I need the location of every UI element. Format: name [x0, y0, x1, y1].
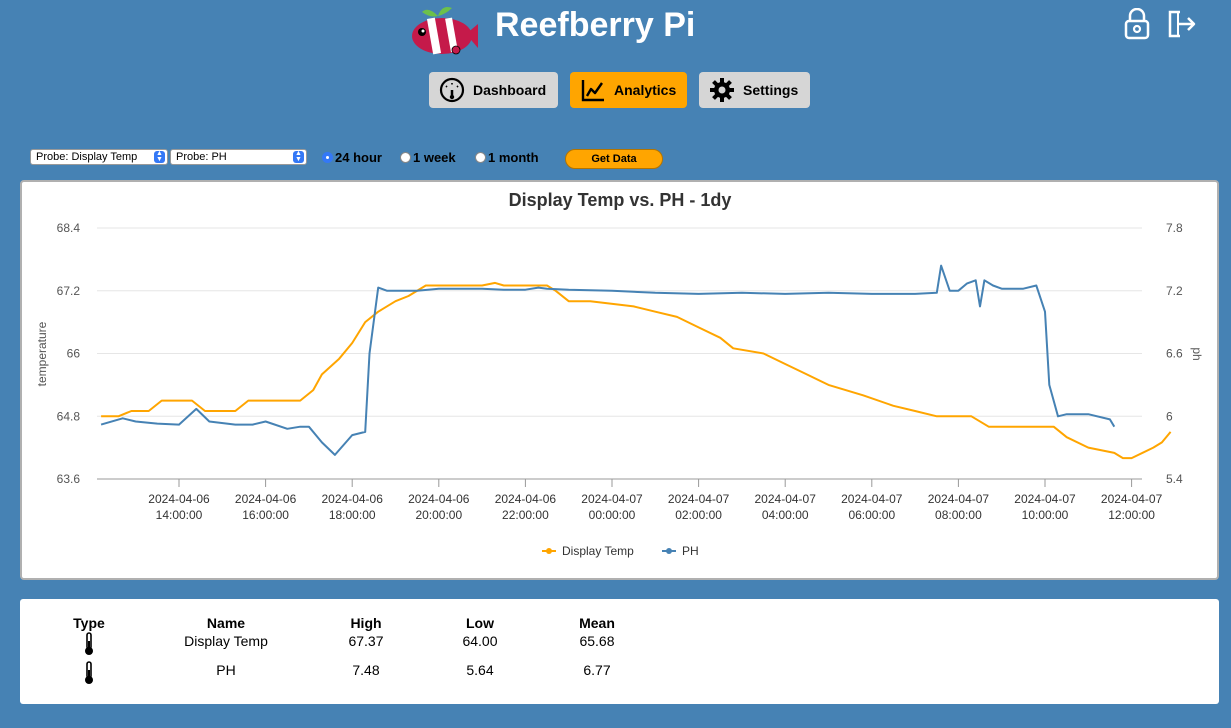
gauge-icon [439, 77, 465, 103]
x-tick-time: 08:00:00 [935, 508, 982, 522]
y2-tick-label: 7.8 [1166, 221, 1183, 235]
x-tick-time: 14:00:00 [156, 508, 203, 522]
dashboard-label: Dashboard [473, 82, 547, 98]
line-chart-icon [581, 80, 604, 102]
range-1month-radio[interactable]: 1 month [475, 150, 539, 165]
probe1-value: Probe: Display Temp [36, 151, 138, 163]
y2-axis-label: ph [1190, 347, 1204, 360]
row2-mean: 6.77 [583, 662, 611, 678]
x-tick-time: 20:00:00 [415, 508, 462, 522]
temp-ph-chart: Display Temp vs. PH - 1dy 68.4 7.8 67.2 7.2 6… [35, 190, 1204, 558]
x-tick-time: 06:00:00 [848, 508, 895, 522]
thermometer-icon [85, 661, 93, 684]
legend-label: Display Temp [562, 544, 634, 558]
range-1week-radio[interactable]: 1 week [400, 150, 456, 165]
chart-title: Display Temp vs. PH - 1dy [509, 190, 732, 210]
y2-tick-label: 7.2 [1166, 284, 1183, 298]
y2-tick-label: 6 [1166, 409, 1173, 423]
x-tick-time: 16:00:00 [242, 508, 289, 522]
legend-marker [546, 548, 552, 554]
y-tick-label: 64.8 [57, 409, 81, 423]
x-tick-date: 2024-04-07 [1101, 492, 1163, 506]
x-tick-time: 12:00:00 [1108, 508, 1155, 522]
row2-high: 7.48 [352, 662, 380, 678]
settings-label: Settings [743, 82, 799, 98]
y-tick-label: 66 [67, 347, 81, 361]
get-data-button[interactable]: Get Data [565, 149, 663, 169]
radio-dot[interactable] [400, 152, 411, 163]
header-low: Low [466, 615, 494, 631]
stats-panel: Type Name High Low Mean Display Temp 67.… [20, 599, 1219, 704]
app-header: Reefberry Pi [0, 0, 1231, 60]
logout-icon[interactable] [1166, 8, 1196, 40]
x-tick-time: 04:00:00 [762, 508, 809, 522]
select-arrows-icon: ▲ ▼ [293, 150, 304, 163]
x-tick-date: 2024-04-06 [495, 492, 557, 506]
range-label: 1 month [488, 150, 539, 165]
x-tick-date: 2024-04-07 [928, 492, 990, 506]
legend-marker [666, 548, 672, 554]
thermometer-icon [85, 632, 93, 655]
clownfish-raspberry-logo [412, 7, 478, 55]
row2-name: PH [216, 662, 236, 678]
x-tick-time: 22:00:00 [502, 508, 549, 522]
analytics-label: Analytics [614, 82, 677, 98]
display-temp-line [101, 281, 1172, 460]
header-name: Name [206, 615, 246, 631]
x-tick-date: 2024-04-07 [581, 492, 643, 506]
dashboard-button[interactable]: Dashboard [429, 72, 558, 108]
row1-mean: 65.68 [579, 633, 615, 649]
legend-label: PH [682, 544, 699, 558]
x-tick-time: 00:00:00 [589, 508, 636, 522]
select-arrows-icon: ▲ ▼ [154, 150, 165, 163]
lock-icon[interactable] [1122, 8, 1152, 40]
x-tick-date: 2024-04-06 [235, 492, 297, 506]
x-tick-time: 10:00:00 [1022, 508, 1069, 522]
app-title: Reefberry Pi [495, 6, 696, 44]
x-tick-date: 2024-04-07 [841, 492, 903, 506]
radio-dot[interactable] [475, 152, 486, 163]
x-tick-time: 02:00:00 [675, 508, 722, 522]
chart-panel: Display Temp vs. PH - 1dy 68.4 7.8 67.2 7.2 6… [20, 180, 1219, 580]
header-type: Type [73, 615, 105, 631]
probe2-value: Probe: PH [176, 151, 227, 163]
x-tick-date: 2024-04-06 [148, 492, 210, 506]
y-axis-label: temperature [35, 321, 49, 386]
row1-low: 64.00 [462, 633, 498, 649]
row1-name: Display Temp [184, 633, 268, 649]
y-tick-label: 63.6 [57, 472, 81, 486]
y2-tick-label: 5.4 [1166, 472, 1183, 486]
header-mean: Mean [579, 615, 615, 631]
x-tick-date: 2024-04-06 [408, 492, 470, 506]
x-tick-date: 2024-04-07 [668, 492, 730, 506]
probe1-select[interactable]: Probe: Display Temp ▲ ▼ [30, 149, 168, 165]
query-controls: Probe: Display Temp ▲ ▼ Probe: PH ▲ ▼ 24 h… [30, 148, 710, 169]
main-nav: Dashboard Analytics Settings [0, 72, 1231, 108]
gear-icon [710, 78, 734, 102]
probe2-select[interactable]: Probe: PH ▲ ▼ [170, 149, 307, 165]
range-label: 1 week [413, 150, 456, 165]
row1-high: 67.37 [348, 633, 384, 649]
x-tick-time: 18:00:00 [329, 508, 376, 522]
settings-button[interactable]: Settings [699, 72, 810, 108]
analytics-button[interactable]: Analytics [570, 72, 687, 108]
x-tick-date: 2024-04-07 [1014, 492, 1076, 506]
x-tick-date: 2024-04-06 [322, 492, 384, 506]
row2-low: 5.64 [466, 662, 494, 678]
ph-line [100, 264, 1116, 456]
x-tick-date: 2024-04-07 [755, 492, 817, 506]
y-tick-label: 68.4 [57, 221, 81, 235]
header-high: High [350, 615, 382, 631]
y-tick-label: 67.2 [57, 284, 81, 298]
radio-dot[interactable] [322, 152, 333, 163]
range-label: 24 hour [335, 150, 382, 165]
y2-tick-label: 6.6 [1166, 347, 1183, 361]
range-24hour-radio[interactable]: 24 hour [322, 150, 382, 165]
